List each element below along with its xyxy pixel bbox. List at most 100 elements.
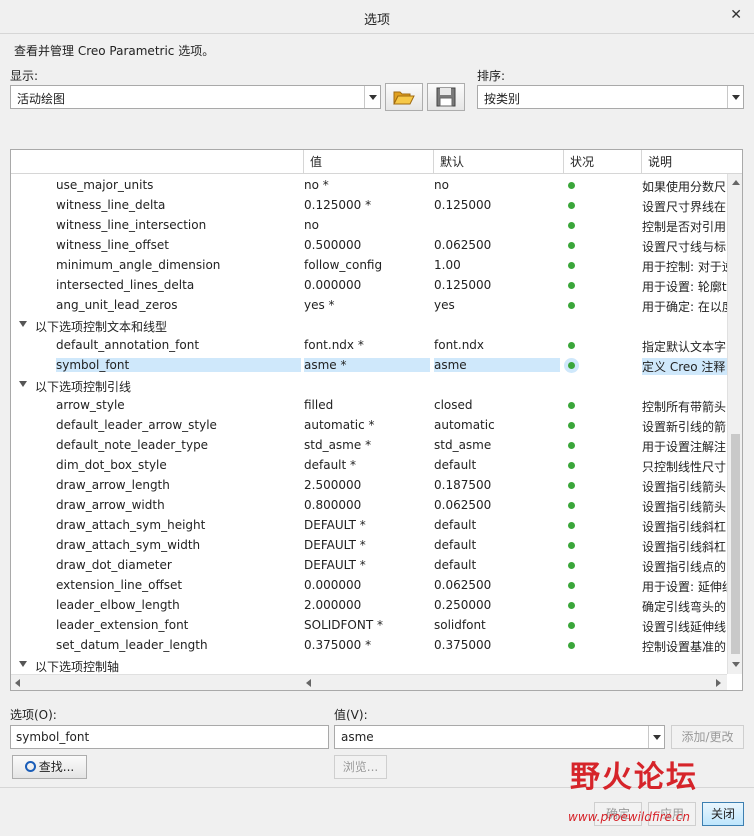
option-description-cell: 控制所有带箭头	[642, 400, 727, 414]
header-description[interactable]: 说明	[641, 150, 727, 174]
option-value-cell: 2.500000	[304, 478, 362, 492]
chevron-down-icon[interactable]	[648, 726, 664, 748]
status-dot-icon	[568, 582, 575, 589]
table-row[interactable]: witness_line_intersection no 控制是否对引用	[11, 215, 727, 235]
header-value[interactable]: 值	[303, 150, 433, 174]
table-row[interactable]: leader_extension_font SOLIDFONT * solidfon…	[11, 615, 727, 635]
value-label: 值(V):	[334, 708, 368, 722]
close-button[interactable]: 关闭	[702, 802, 744, 826]
sort-select[interactable]: 按类别	[477, 85, 744, 109]
status-dot-icon	[568, 502, 575, 509]
option-description-cell: 设置指引线点的	[642, 560, 727, 574]
group-label: 以下选项控制轴	[35, 660, 120, 674]
chevron-down-icon[interactable]	[727, 86, 743, 108]
option-name-cell: intersected_lines_delta	[56, 278, 195, 292]
display-select[interactable]: 活动绘图	[10, 85, 381, 109]
sort-value: 按类别	[484, 92, 521, 106]
options-table[interactable]: 值 默认 状况 说明 use_major_units no * no 如果使用分数尺 w…	[10, 149, 743, 691]
status-dot-icon	[568, 602, 575, 609]
table-row[interactable]: draw_dot_diameter DEFAULT * default 设置指引线点的	[11, 555, 727, 575]
option-value-cell: yes *	[304, 298, 335, 312]
table-row[interactable]: symbol_font asme * asme 定义 Creo 注释	[11, 355, 728, 375]
scroll-left-icon[interactable]	[15, 679, 20, 687]
status-dot-icon	[568, 302, 575, 309]
find-button-label: 查找...	[38, 760, 75, 774]
group-label: 以下选项控制文本和线型	[35, 320, 168, 334]
window-title: 选项	[363, 13, 390, 28]
table-row[interactable]: draw_attach_sym_width DEFAULT * default 设置指…	[11, 535, 727, 555]
table-row[interactable]: default_annotation_font font.ndx * font.nd…	[11, 335, 727, 355]
collapse-triangle-icon[interactable]	[19, 661, 27, 667]
option-default-cell: 0.062500	[434, 238, 492, 252]
header-default[interactable]: 默认	[433, 150, 563, 174]
scroll-right-icon[interactable]	[716, 679, 721, 687]
scroll-thumb[interactable]	[731, 434, 740, 654]
header-status[interactable]: 状况	[563, 150, 641, 174]
table-row[interactable]: intersected_lines_delta 0.000000 0.125000 用…	[11, 275, 727, 295]
option-value-cell: 0.000000	[304, 278, 362, 292]
option-default-cell: automatic	[434, 418, 495, 432]
option-name-cell: use_major_units	[56, 178, 154, 192]
find-button[interactable]: 查找...	[12, 755, 87, 779]
option-value-cell: automatic *	[304, 418, 375, 432]
table-row[interactable]: arrow_style filled closed 控制所有带箭头	[11, 395, 727, 415]
option-description-cell: 设置指引线箭头	[642, 500, 727, 514]
option-default-cell: font.ndx	[434, 338, 485, 352]
group-row[interactable]: 以下选项控制文本和线型	[11, 315, 727, 335]
table-row[interactable]: draw_attach_sym_height DEFAULT * default 设置…	[11, 515, 727, 535]
option-name-cell: witness_line_intersection	[56, 218, 207, 232]
option-input[interactable]: symbol_font	[10, 725, 329, 749]
status-dot-icon	[568, 342, 575, 349]
table-row[interactable]: ang_unit_lead_zeros yes * yes 用于确定: 在以度	[11, 295, 728, 315]
status-dot-icon	[568, 462, 575, 469]
collapse-triangle-icon[interactable]	[19, 381, 27, 387]
scroll-up-icon[interactable]	[732, 180, 740, 185]
option-name-cell: ang_unit_lead_zeros	[56, 298, 178, 312]
table-row[interactable]: default_note_leader_type std_asme * std_as…	[11, 435, 727, 455]
scroll-down-icon[interactable]	[732, 662, 740, 667]
close-icon[interactable]: ✕	[730, 7, 742, 23]
table-row[interactable]: extension_line_offset 0.000000 0.062500 用于设…	[11, 575, 728, 595]
status-dot-icon	[568, 542, 575, 549]
option-name-cell: minimum_angle_dimension	[56, 258, 221, 272]
table-row[interactable]: witness_line_delta 0.125000 * 0.125000 设置尺寸…	[11, 195, 727, 215]
option-description-cell: 设置指引线斜杠	[642, 540, 727, 554]
collapse-triangle-icon[interactable]	[19, 321, 27, 327]
table-row[interactable]: draw_arrow_length 2.500000 0.187500 设置指引线箭头	[11, 475, 727, 495]
table-row[interactable]: set_datum_leader_length 0.375000 * 0.37500…	[11, 635, 727, 655]
option-default-cell: 1.00	[434, 258, 461, 272]
status-dot-icon	[568, 562, 575, 569]
status-dot-icon	[568, 262, 575, 269]
option-default-cell: default	[434, 458, 477, 472]
table-row[interactable]: dim_dot_box_style default * default 只控制线性尺寸	[11, 455, 727, 475]
option-description-cell: 设置指引线斜杠	[642, 520, 727, 534]
option-name-cell: draw_arrow_width	[56, 498, 165, 512]
option-name-cell: leader_elbow_length	[56, 598, 180, 612]
option-default-cell: solidfont	[434, 618, 486, 632]
option-value-cell: DEFAULT *	[304, 558, 366, 572]
chevron-down-icon[interactable]	[364, 86, 380, 108]
status-dot-icon	[568, 622, 575, 629]
status-dot-icon	[568, 182, 575, 189]
table-row[interactable]: leader_elbow_length 2.000000 0.250000 确定引线弯…	[11, 595, 727, 615]
vertical-scrollbar[interactable]	[727, 174, 742, 674]
option-name-cell: default_note_leader_type	[56, 438, 209, 452]
table-row[interactable]: default_leader_arrow_style automatic * aut…	[11, 415, 727, 435]
browse-button[interactable]: 浏览...	[334, 755, 387, 779]
save-config-button[interactable]	[427, 83, 465, 111]
table-row[interactable]: draw_arrow_width 0.800000 0.062500 设置指引线箭头	[11, 495, 727, 515]
add-change-button[interactable]: 添加/更改	[671, 725, 744, 749]
option-value-cell: default *	[304, 458, 357, 472]
horizontal-scrollbar[interactable]	[11, 674, 727, 690]
open-config-button[interactable]	[385, 83, 423, 111]
table-row[interactable]: minimum_angle_dimension follow_config 1.00…	[11, 255, 728, 275]
group-row[interactable]: 以下选项控制轴	[11, 655, 727, 675]
value-select[interactable]: asme	[334, 725, 665, 749]
option-name-cell: leader_extension_font	[56, 618, 189, 632]
group-row[interactable]: 以下选项控制引线	[11, 375, 727, 395]
table-row[interactable]: witness_line_offset 0.500000 0.062500 设置尺寸线…	[11, 235, 727, 255]
value-select-value: asme	[341, 730, 374, 744]
option-default-cell: yes	[434, 298, 455, 312]
table-row[interactable]: use_major_units no * no 如果使用分数尺	[11, 175, 727, 195]
scroll-left-icon[interactable]	[306, 679, 311, 687]
